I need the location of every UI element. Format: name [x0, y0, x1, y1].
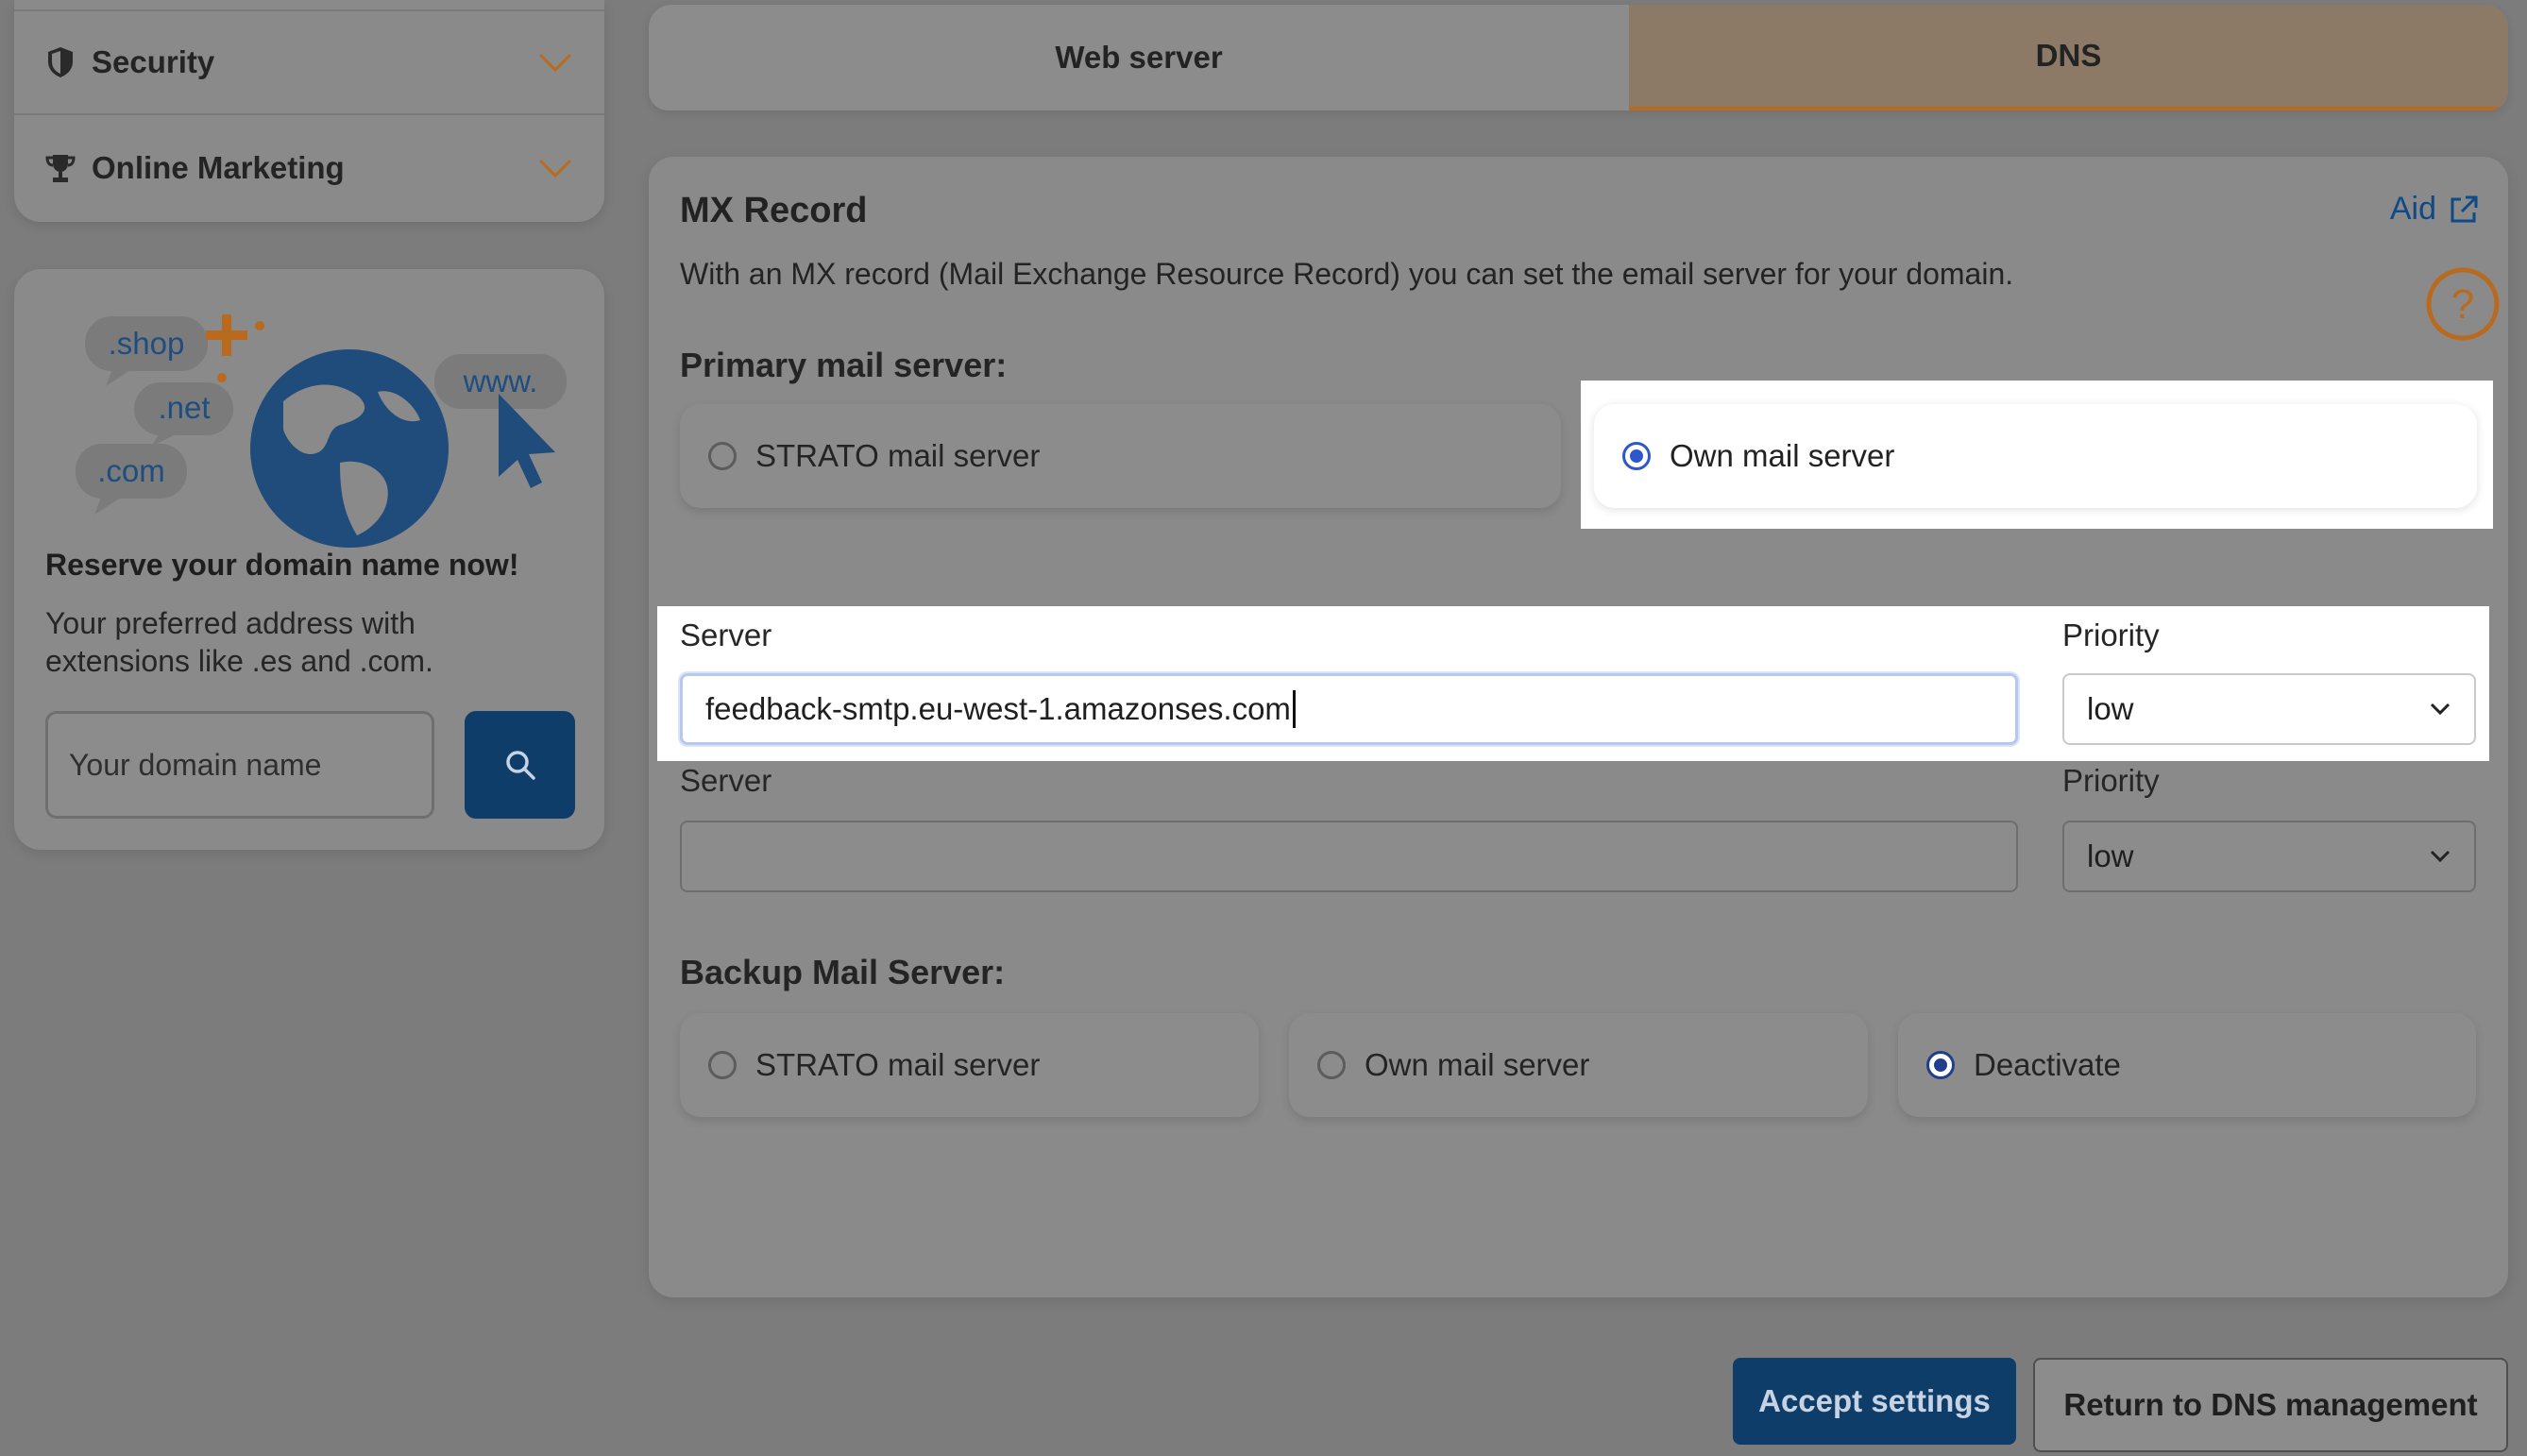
server-tabs: Web server DNS [649, 5, 2508, 110]
sidebar-menu: Security Online Marketing [14, 0, 604, 222]
server-value: feedback-smtp.eu-west-1.amazonses.com [705, 691, 1291, 726]
option-label: Deactivate [1974, 1047, 2121, 1082]
secondary-priority-select[interactable]: low [2062, 821, 2476, 892]
svg-text:?: ? [2451, 281, 2474, 328]
search-icon [505, 751, 535, 780]
chevron-down-icon[interactable] [536, 43, 574, 81]
shield-icon [44, 46, 76, 78]
primary-strato-option[interactable]: STRATO mail server [680, 404, 1561, 508]
backup-deactivate-option[interactable]: Deactivate [1898, 1013, 2476, 1117]
radio-button-selected[interactable] [1926, 1051, 1955, 1079]
domain-promo-card: .shop .net .com www. Reserve your domain… [14, 269, 604, 850]
mx-description: With an MX record (Mail Exchange Resourc… [680, 257, 2014, 291]
accept-settings-button[interactable]: Accept settings [1733, 1358, 2016, 1445]
radio-button[interactable] [708, 442, 737, 470]
server-label: Server [680, 618, 772, 652]
radio-button[interactable] [708, 1051, 737, 1079]
return-to-dns-management-button[interactable]: Return to DNS management [2033, 1358, 2508, 1452]
svg-text:.shop: .shop [109, 326, 185, 361]
mx-record-title: MX Record [680, 191, 868, 230]
tab-dns[interactable]: DNS [1629, 5, 2508, 110]
option-label: Own mail server [1365, 1047, 1590, 1082]
sidebar-item-label: Online Marketing [92, 150, 345, 185]
primary-priority-select[interactable]: low [2062, 673, 2476, 745]
option-label: STRATO mail server [755, 1047, 1041, 1082]
backup-own-mail-server-option[interactable]: Own mail server [1289, 1013, 1868, 1117]
chevron-down-icon[interactable] [536, 149, 574, 187]
svg-text:.com: .com [97, 453, 165, 488]
primary-mail-server-heading: Primary mail server: [680, 346, 1008, 384]
promo-description: Your preferred address with extensions l… [45, 606, 433, 678]
bubble-net: .net [134, 382, 233, 447]
svg-text:www.: www. [463, 364, 538, 398]
domain-search-button[interactable] [465, 711, 575, 819]
priority-value: low [2087, 691, 2134, 726]
primary-own-mail-server-option[interactable]: Own mail server [1594, 404, 2477, 508]
sidebar-item-label: Security [92, 44, 215, 79]
sidebar-item-security[interactable]: Security [14, 9, 604, 115]
svg-text:.net: .net [158, 390, 210, 425]
mx-record-card: MX Record Aid ? With an MX record (Mail … [649, 157, 2508, 1297]
aid-link[interactable]: Aid [2390, 191, 2480, 228]
tab-web-server[interactable]: Web server [649, 5, 1629, 110]
globe-icon [250, 349, 449, 548]
priority-value: low [2087, 838, 2134, 873]
backup-strato-option[interactable]: STRATO mail server [680, 1013, 1259, 1117]
radio-button[interactable] [1317, 1051, 1346, 1079]
priority-label: Priority [2062, 618, 2160, 652]
priority-label: Priority [2062, 763, 2160, 798]
aid-label: Aid [2389, 191, 2436, 227]
bubble-shop: .shop [85, 316, 208, 386]
server-label: Server [680, 763, 772, 798]
text-caret [1292, 690, 1296, 728]
primary-server-input[interactable]: feedback-smtp.eu-west-1.amazonses.com [680, 673, 2018, 745]
secondary-server-input[interactable] [680, 821, 2018, 892]
option-label: Own mail server [1670, 438, 1895, 473]
chevron-down-icon [2430, 850, 2451, 863]
backup-mail-server-heading: Backup Mail Server: [680, 953, 1006, 991]
plus-decoration [206, 314, 264, 382]
bubble-com: .com [76, 444, 187, 515]
radio-button-selected[interactable] [1622, 442, 1651, 470]
sidebar-item-online-marketing[interactable]: Online Marketing [14, 115, 604, 221]
trophy-icon [44, 152, 76, 184]
external-link-icon [2451, 195, 2478, 222]
promo-title: Reserve your domain name now! [45, 548, 519, 582]
domain-search-input[interactable]: Your domain name [45, 711, 434, 819]
chevron-down-icon [2430, 703, 2451, 716]
help-icon[interactable]: ? [2425, 266, 2501, 342]
option-label: STRATO mail server [755, 438, 1041, 473]
